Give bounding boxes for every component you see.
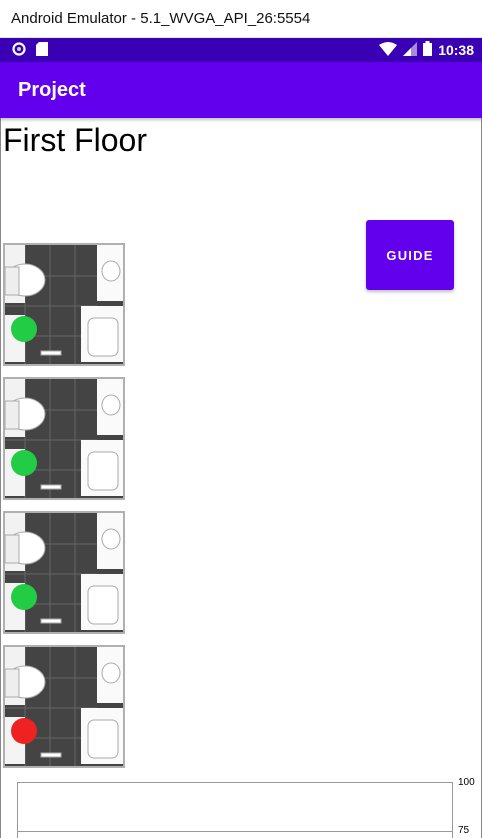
page-title: First Floor	[3, 122, 147, 158]
circle-notification-icon	[12, 41, 26, 60]
restroom-stall-occupied[interactable]	[3, 645, 125, 768]
chart-tick-label: 75	[458, 825, 470, 836]
restroom-stall-available[interactable]	[3, 243, 125, 366]
wifi-icon	[379, 41, 398, 59]
restroom-stall-available[interactable]	[3, 511, 125, 634]
stall-status-indicator	[11, 584, 37, 610]
floor-plan-image	[3, 377, 125, 500]
chart-area	[17, 782, 453, 838]
signal-icon	[403, 41, 418, 59]
stall-status-indicator	[11, 718, 37, 744]
battery-icon	[423, 41, 433, 59]
app-title: Project	[18, 78, 86, 101]
window-titlebar: Android Emulator - 5.1_WVGA_API_26:5554	[0, 0, 482, 38]
window-title: Android Emulator - 5.1_WVGA_API_26:5554	[11, 10, 311, 27]
status-time: 10:38	[438, 42, 474, 58]
app-bar: Project	[0, 62, 482, 118]
floor-plan-image	[3, 511, 125, 634]
floor-plan-image	[3, 645, 125, 768]
stall-status-indicator	[11, 450, 37, 476]
chart-gridline	[17, 831, 453, 832]
stall-status-indicator	[11, 316, 37, 342]
floor-plan-image	[3, 243, 125, 366]
sd-card-icon	[36, 41, 48, 60]
chart-tick-label: 100	[458, 777, 475, 788]
status-bar: 10:38	[0, 38, 482, 62]
restroom-stall-available[interactable]	[3, 377, 125, 500]
guide-button[interactable]: GUIDE	[366, 220, 454, 290]
